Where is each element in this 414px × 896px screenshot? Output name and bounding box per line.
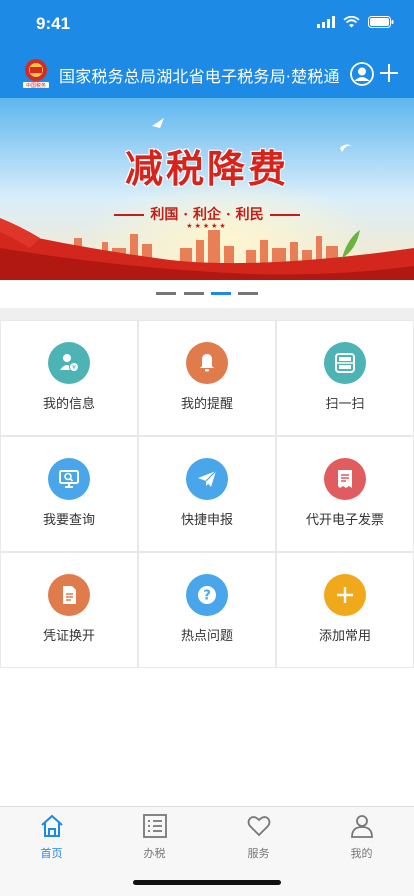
app-screen: 9:41 中国税务 国家税务总局湖北省电子税务局·楚税通 减税降费 利国 · 利… [0, 0, 414, 896]
grid-item-query[interactable]: 我要查询 [1, 437, 137, 551]
plus-icon[interactable] [379, 63, 399, 83]
grid-item-label: 扫一扫 [325, 397, 365, 412]
add-common-icon-circle [324, 574, 366, 616]
grid-item-label: 热点问题 [180, 629, 233, 644]
tab-mine[interactable]: 我的 [310, 813, 413, 863]
grid-item-label: 快捷申报 [180, 513, 233, 528]
banner-pager [0, 280, 414, 308]
title-bar: 中国税务 国家税务总局湖北省电子税务局·楚税通 [0, 50, 414, 98]
hot-questions-icon-circle: ? [186, 574, 228, 616]
tab-service[interactable]: 服务 [207, 813, 310, 863]
grid-item-scan[interactable]: 扫一扫 [277, 321, 413, 435]
grid-item-hot-questions[interactable]: ? 热点问题 [139, 553, 275, 667]
function-grid: ¥ 我的信息 我的提醒 扫一扫 我要查询 快捷申报 代开电子发票 凭证换开 ? … [0, 320, 414, 668]
signal-icon [317, 16, 335, 28]
voucher-icon-circle [48, 574, 90, 616]
query-icon-circle [48, 458, 90, 500]
empty-area [0, 668, 414, 806]
grid-item-label: 我的信息 [42, 397, 95, 412]
grid-item-quick-declare[interactable]: 快捷申报 [139, 437, 275, 551]
add-icon [337, 587, 353, 603]
svg-text:¥: ¥ [72, 365, 76, 372]
my-reminder-icon-circle [186, 342, 228, 384]
subtitle-rule [269, 214, 300, 216]
status-icons [317, 16, 394, 28]
paper-plane-icon [198, 470, 217, 487]
grid-item-voucher-exchange[interactable]: 凭证换开 [1, 553, 137, 667]
pager-dot-2[interactable] [184, 292, 204, 295]
grid-item-my-info[interactable]: ¥ 我的信息 [1, 321, 137, 435]
scan-icon [335, 353, 355, 373]
wifi-icon [343, 16, 360, 28]
grid-item-my-reminder[interactable]: 我的提醒 [139, 321, 275, 435]
grid-item-label: 添加常用 [318, 629, 371, 644]
status-time: 9:41 [36, 14, 71, 33]
svg-text:中国税务: 中国税务 [26, 82, 46, 89]
grid-item-label: 凭证换开 [42, 629, 95, 644]
subtitle-part-1: 利国 [150, 207, 179, 223]
pager-dot-3-active[interactable] [211, 292, 231, 295]
tab-label: 办税 [143, 847, 166, 860]
home-icon [41, 814, 63, 837]
invoice-icon [338, 470, 352, 488]
app-title: 国家税务总局湖北省电子税务局·楚税通 [59, 67, 340, 86]
grid-item-label: 我要查询 [42, 513, 95, 528]
e-invoice-icon-circle [324, 458, 366, 500]
promo-banner[interactable]: 减税降费 利国 · 利企 · 利民 ★★★★★ [0, 98, 414, 280]
query-monitor-icon [59, 470, 79, 488]
tax-emblem-icon: 中国税务 [23, 59, 49, 89]
document-icon [63, 586, 76, 604]
scan-icon-circle [324, 342, 366, 384]
top-header: 9:41 中国税务 国家税务总局湖北省电子税务局·楚税通 [0, 0, 414, 98]
grid-item-label: 代开电子发票 [305, 513, 384, 528]
my-info-icon-circle: ¥ [48, 342, 90, 384]
home-indicator[interactable] [133, 880, 281, 885]
profile-icon [351, 815, 373, 838]
grid-item-label: 我的提醒 [180, 397, 233, 412]
grid-item-add-common[interactable]: 添加常用 [277, 553, 413, 667]
user-icon[interactable] [350, 62, 374, 86]
tab-label: 服务 [247, 847, 270, 860]
user-info-icon: ¥ [60, 354, 79, 372]
bell-icon [200, 354, 214, 372]
pager-dot-4[interactable] [238, 292, 258, 295]
banner-subtitle: 利国 · 利企 · 利民 [0, 204, 414, 224]
tab-label: 首页 [40, 847, 63, 860]
banner-stars: ★★★★★ [186, 222, 228, 230]
question-icon: ? [198, 586, 216, 604]
subtitle-part-2: 利企 [193, 207, 221, 223]
heart-icon [247, 816, 271, 837]
pager-dot-1[interactable] [156, 292, 176, 295]
section-divider [0, 308, 414, 320]
subtitle-part-3: 利民 [235, 207, 264, 223]
svg-text:?: ? [203, 589, 211, 604]
status-bar: 9:41 [0, 0, 414, 50]
tab-tax-handling[interactable]: 办税 [103, 813, 206, 863]
banner-title: 减税降费 [124, 146, 289, 191]
grid-item-e-invoice[interactable]: 代开电子发票 [277, 437, 413, 551]
list-icon [143, 814, 167, 838]
tab-home[interactable]: 首页 [0, 813, 103, 863]
subtitle-rule [114, 214, 145, 216]
tab-label: 我的 [350, 847, 373, 860]
quick-declare-icon-circle [186, 458, 228, 500]
battery-icon [368, 16, 394, 28]
